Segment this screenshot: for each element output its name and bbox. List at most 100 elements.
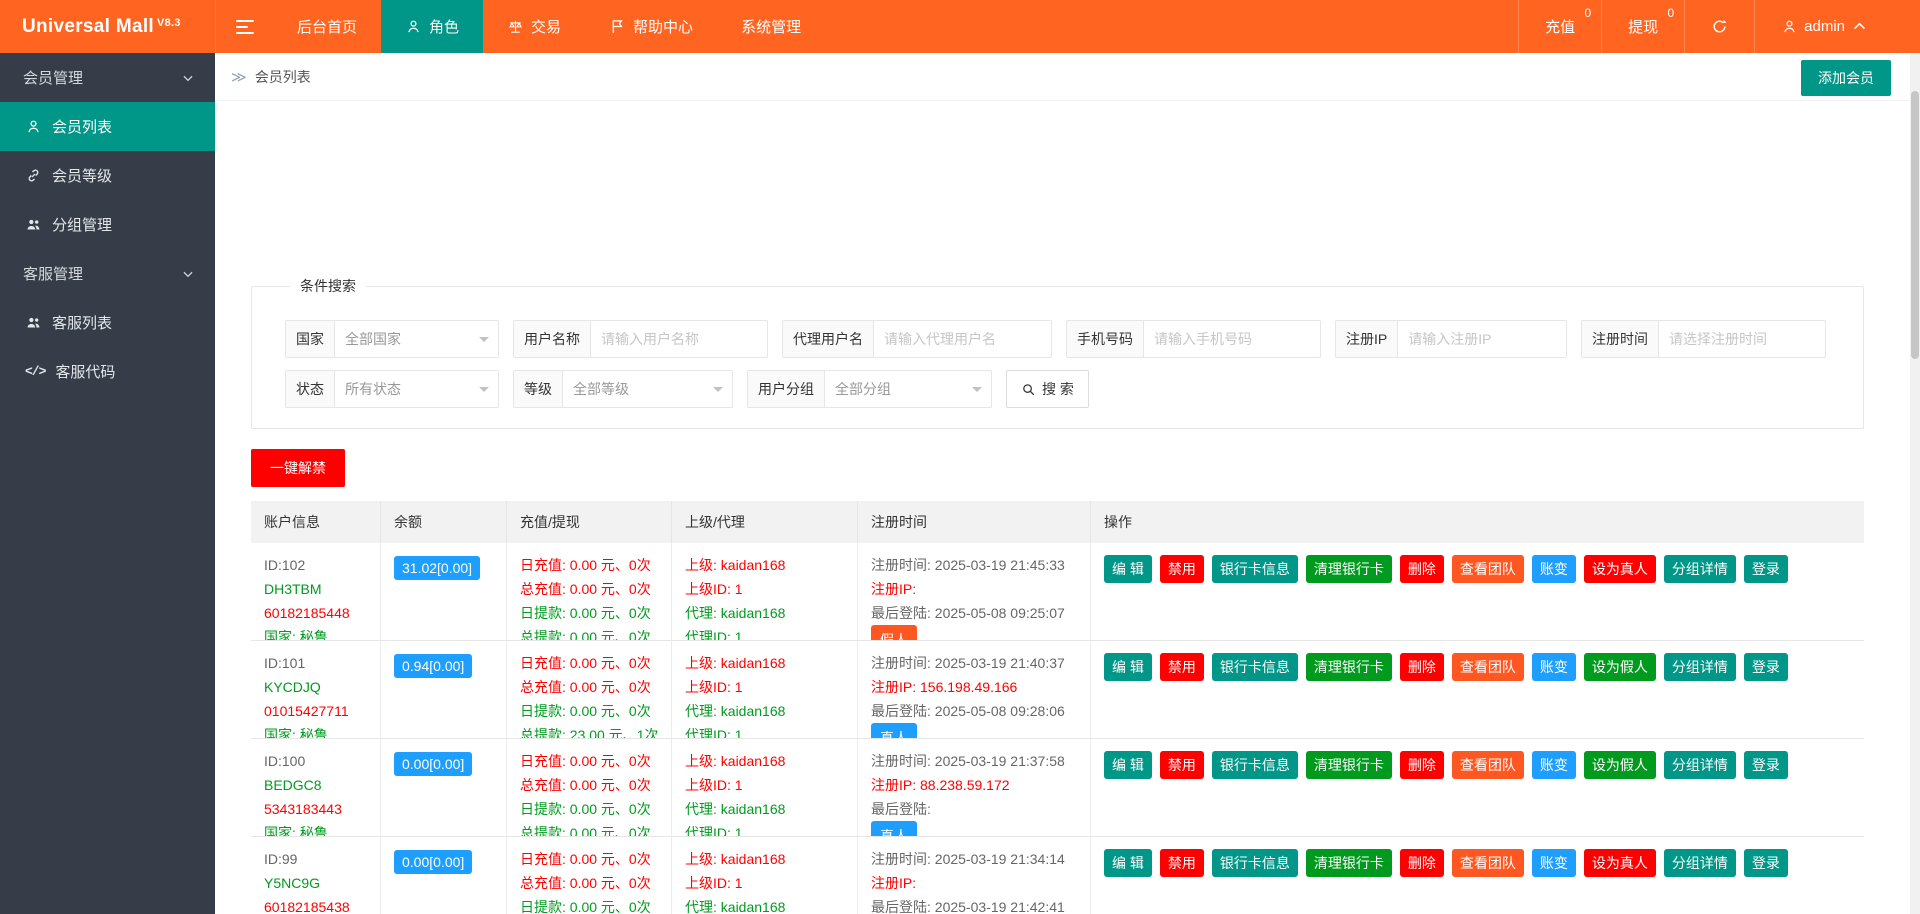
action-balance-change-button[interactable]: 账变 [1531,751,1576,779]
country-select[interactable]: 全部国家 [335,321,498,357]
action-clear-bank-card-button[interactable]: 清理银行卡 [1305,849,1392,877]
action-bank-card-info-button[interactable]: 银行卡信息 [1211,653,1298,681]
action-clear-bank-card-button[interactable]: 清理银行卡 [1305,555,1392,583]
logo-text: Universal Mall [22,15,154,37]
sidebar: 会员管理 会员列表 会员等级 分组管理 客服管理 客服列表 </> 客服代码 [0,53,215,914]
action-view-team-button[interactable]: 查看团队 [1451,653,1524,681]
member-username: BEDGC8 [264,777,322,793]
action-set-real-button[interactable]: 设为真人 [1583,555,1656,583]
action-edit-button[interactable]: 编 辑 [1104,555,1152,583]
total-recharge: 总充值: 0.00 元、0次 [520,581,651,597]
action-group-detail-button[interactable]: 分组详情 [1663,555,1736,583]
refresh-button[interactable] [1684,0,1754,53]
register-ip-input[interactable] [1398,321,1566,357]
total-withdraw: 总提款: 0.00 元、0次 [520,825,651,836]
sidebar-item-support-code[interactable]: </> 客服代码 [0,347,215,396]
level-select[interactable]: 全部等级 [563,371,732,407]
last-login: 最后登陆: 2025-03-19 21:42:41 [871,899,1065,914]
phone-input[interactable] [1144,321,1320,357]
action-disable-button[interactable]: 禁用 [1159,555,1204,583]
menu-toggle-button[interactable] [215,0,273,53]
parent-id: 上级ID: 1 [685,581,743,597]
app-logo[interactable]: Universal Mall V8.3 [0,0,215,53]
country-filter: 国家 全部国家 [285,320,499,358]
member-table-header: 账户信息 余额 充值/提现 上级/代理 注册时间 操作 [251,501,1864,543]
agent-name: 代理: kaidan168 [685,899,786,914]
unban-all-button[interactable]: 一键解禁 [251,449,345,487]
action-bank-card-info-button[interactable]: 银行卡信息 [1211,555,1298,583]
action-edit-button[interactable]: 编 辑 [1104,751,1152,779]
parent-name: 上级: kaidan168 [685,753,786,769]
action-set-fake-button[interactable]: 设为假人 [1583,653,1656,681]
recharge-cell: 日充值: 0.00 元、0次 总充值: 0.00 元、0次 日提款: 0.00 … [507,837,672,914]
action-login-button[interactable]: 登录 [1743,849,1788,877]
add-member-button[interactable]: 添加会员 [1801,60,1891,96]
search-button[interactable]: 搜 索 [1006,370,1089,408]
action-login-button[interactable]: 登录 [1743,653,1788,681]
register-time-input[interactable] [1659,321,1825,357]
action-group-detail-button[interactable]: 分组详情 [1663,849,1736,877]
action-edit-button[interactable]: 编 辑 [1104,849,1152,877]
level-filter: 等级 全部等级 [513,370,733,408]
action-group-detail-button[interactable]: 分组详情 [1663,751,1736,779]
table-row: ID:100 BEDGC8 5343183443 国家: 秘鲁 0.00[0.0… [251,739,1864,837]
user-menu[interactable]: admin [1754,0,1894,53]
recharge-button[interactable]: 充值 0 [1518,0,1601,53]
scrollbar-thumb[interactable] [1911,91,1919,359]
agent-name: 代理: kaidan168 [685,801,786,817]
action-group-detail-button[interactable]: 分组详情 [1663,653,1736,681]
sidebar-item-member-list[interactable]: 会员列表 [0,102,215,151]
action-balance-change-button[interactable]: 账变 [1531,849,1576,877]
agent-username-input[interactable] [874,321,1051,357]
sidebar-group-member-management[interactable]: 会员管理 [0,53,215,102]
logo-version: V8.3 [156,16,181,29]
person-icon [1781,18,1798,35]
nav-item-system[interactable]: 系统管理 [717,0,825,53]
action-delete-button[interactable]: 删除 [1399,849,1444,877]
action-balance-change-button[interactable]: 账变 [1531,653,1576,681]
total-withdraw: 总提款: 23.00 元、1次 [520,727,659,738]
recharge-cell: 日充值: 0.00 元、0次 总充值: 0.00 元、0次 日提款: 0.00 … [507,739,672,836]
action-bank-card-info-button[interactable]: 银行卡信息 [1211,751,1298,779]
action-view-team-button[interactable]: 查看团队 [1451,849,1524,877]
action-view-team-button[interactable]: 查看团队 [1451,751,1524,779]
action-set-fake-button[interactable]: 设为假人 [1583,751,1656,779]
member-id: ID:102 [264,557,306,573]
app-window: Universal Mall V8.3 后台首页 角色 交易 帮助中心 系统管理… [0,0,1920,914]
balance-cell: 0.94[0.00] [381,641,507,738]
sidebar-item-group-management[interactable]: 分组管理 [0,200,215,249]
search-icon [1021,382,1036,397]
refresh-icon [1711,18,1728,35]
nav-item-trade[interactable]: 交易 [483,0,585,53]
user-group-select[interactable]: 全部分组 [825,371,991,407]
action-disable-button[interactable]: 禁用 [1159,849,1204,877]
withdraw-button[interactable]: 提现 0 [1601,0,1684,53]
recharge-count-badge: 0 [1584,6,1592,20]
action-view-team-button[interactable]: 查看团队 [1451,555,1524,583]
action-disable-button[interactable]: 禁用 [1159,751,1204,779]
username-input[interactable] [591,321,767,357]
breadcrumb-current: 会员列表 [254,68,311,85]
action-delete-button[interactable]: 删除 [1399,751,1444,779]
action-balance-change-button[interactable]: 账变 [1531,555,1576,583]
action-clear-bank-card-button[interactable]: 清理银行卡 [1305,653,1392,681]
action-set-real-button[interactable]: 设为真人 [1583,849,1656,877]
action-bank-card-info-button[interactable]: 银行卡信息 [1211,849,1298,877]
action-edit-button[interactable]: 编 辑 [1104,653,1152,681]
sidebar-item-member-level[interactable]: 会员等级 [0,151,215,200]
nav-item-roles[interactable]: 角色 [381,0,484,53]
action-disable-button[interactable]: 禁用 [1159,653,1204,681]
action-login-button[interactable]: 登录 [1743,751,1788,779]
nav-item-help-center[interactable]: 帮助中心 [585,0,717,53]
nav-item-dashboard[interactable]: 后台首页 [273,0,381,53]
sidebar-group-support-management[interactable]: 客服管理 [0,249,215,298]
phone-filter: 手机号码 [1066,320,1321,358]
action-delete-button[interactable]: 删除 [1399,653,1444,681]
action-delete-button[interactable]: 删除 [1399,555,1444,583]
status-select[interactable]: 所有状态 [335,371,498,407]
account-cell: ID:99 Y5NC9G 60182185438 国家: 秘鲁 [251,837,381,914]
column-header-actions: 操作 [1104,514,1132,530]
action-clear-bank-card-button[interactable]: 清理银行卡 [1305,751,1392,779]
sidebar-item-support-list[interactable]: 客服列表 [0,298,215,347]
action-login-button[interactable]: 登录 [1743,555,1788,583]
